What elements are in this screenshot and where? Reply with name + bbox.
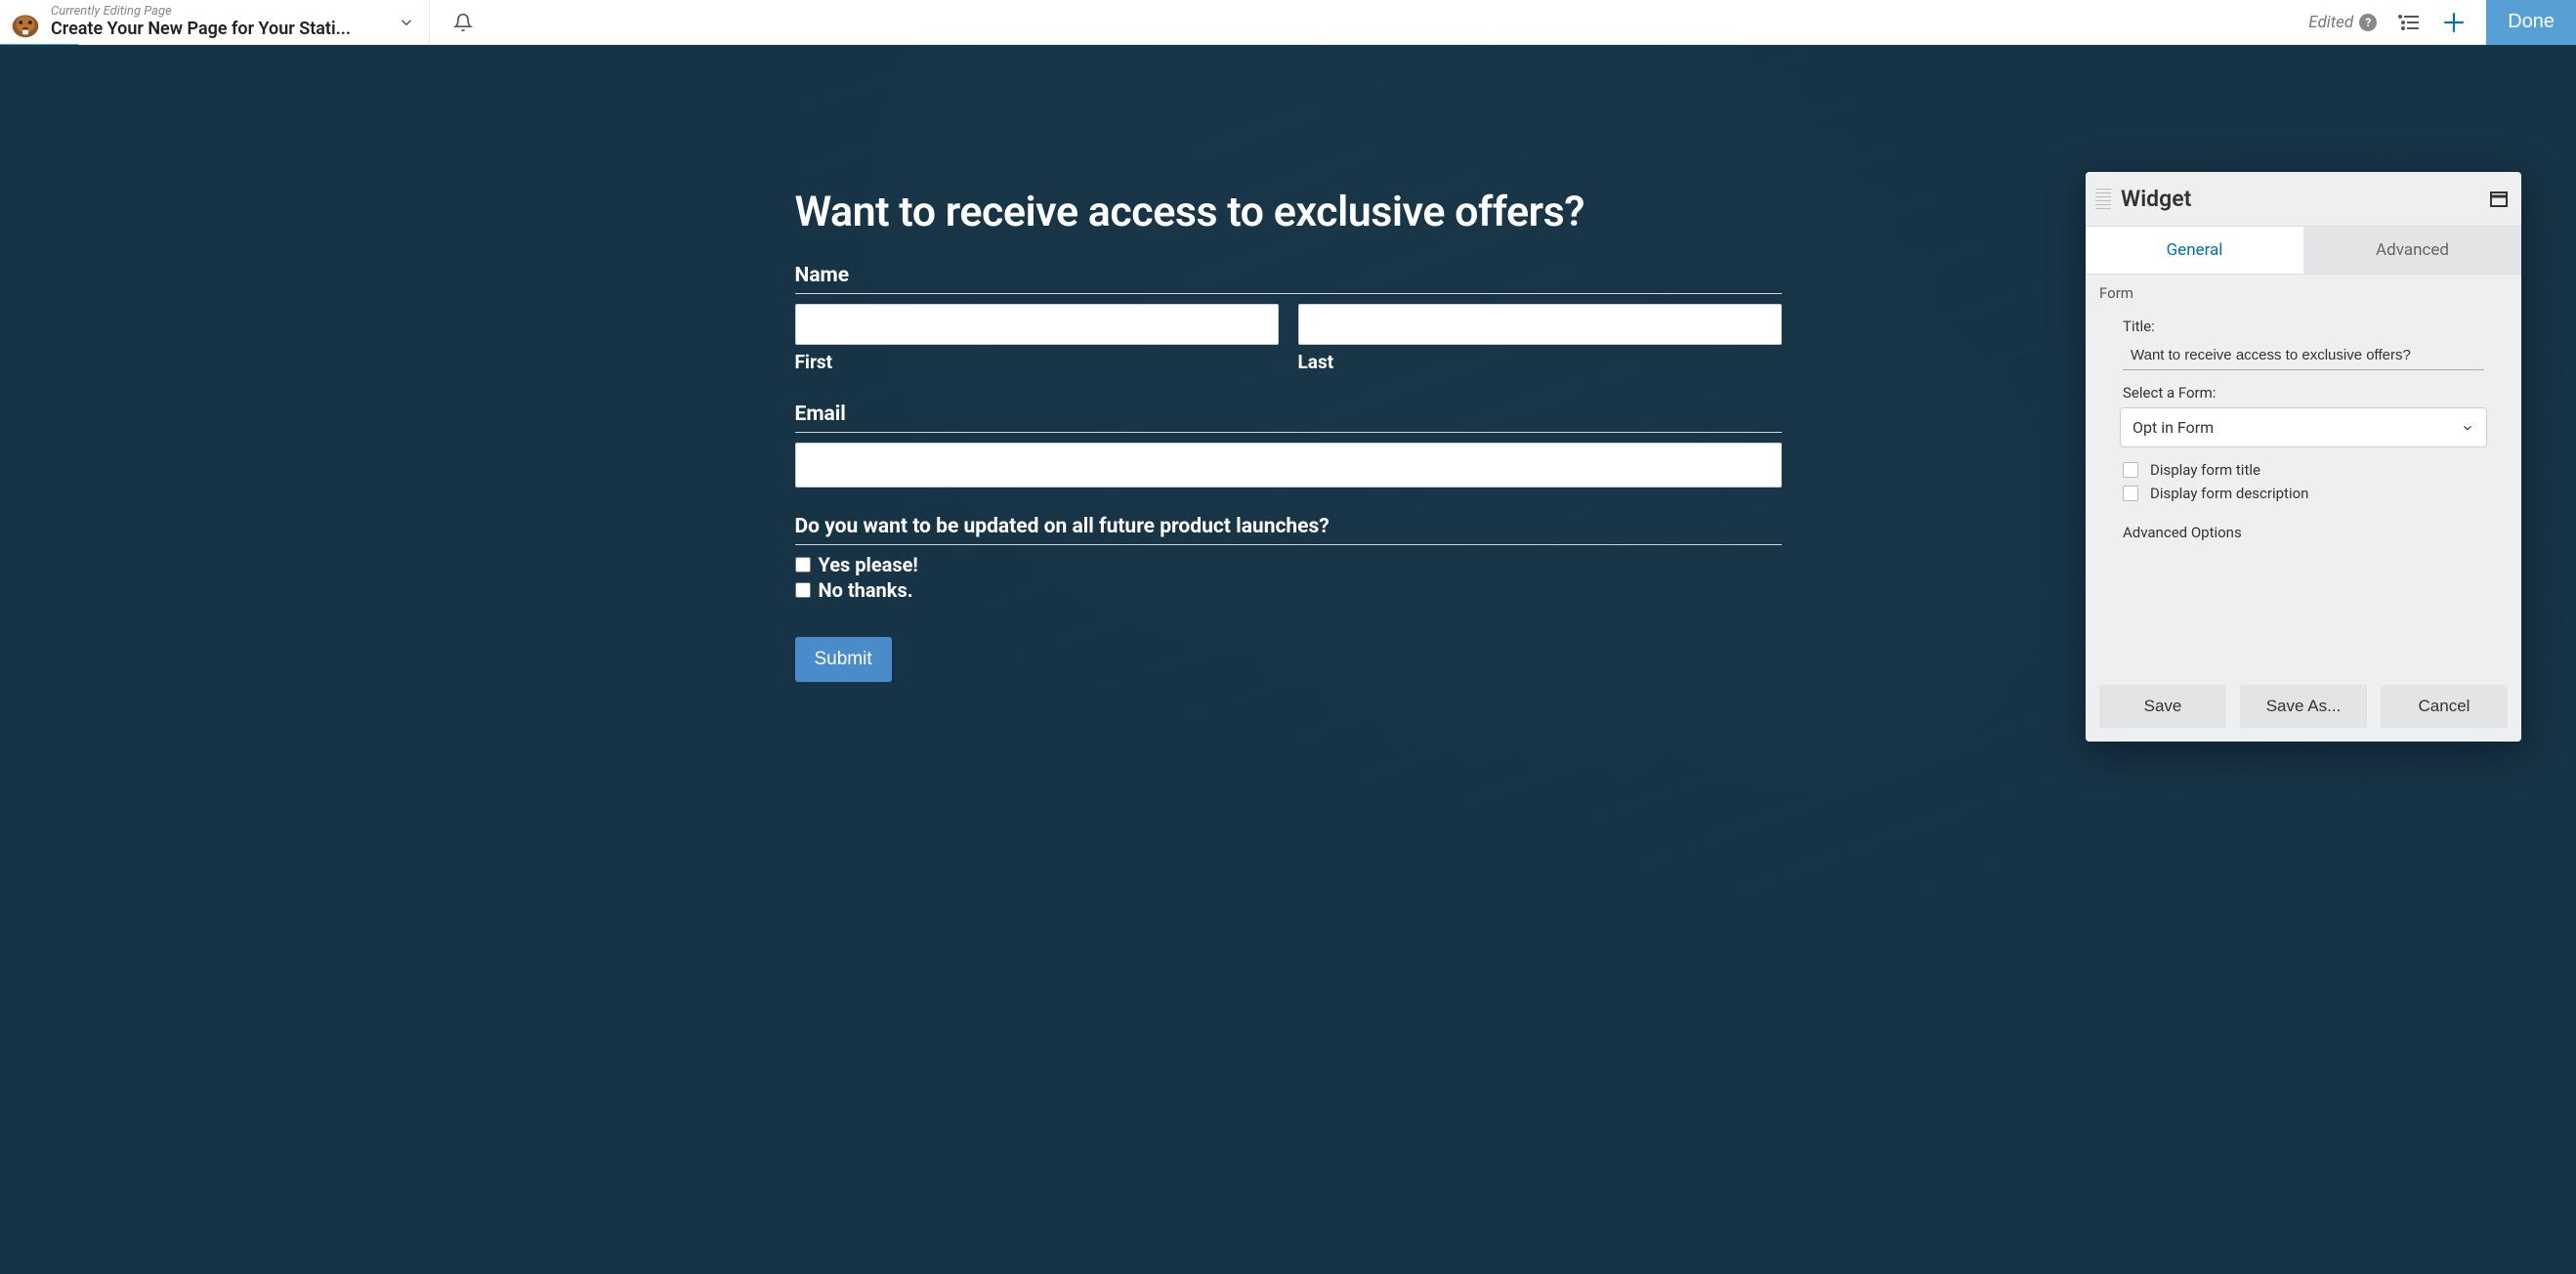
display-desc-checkbox[interactable] xyxy=(2123,486,2138,501)
chevron-down-icon xyxy=(2461,421,2474,435)
email-label: Email xyxy=(795,403,1782,433)
question-label: Do you want to be updated on all future … xyxy=(795,515,1782,545)
widget-settings-panel: Widget General Advanced Form Title: Sele… xyxy=(2086,172,2521,742)
first-name-input[interactable] xyxy=(795,304,1279,345)
edited-label: Edited xyxy=(2308,13,2353,32)
title-field-label: Title: xyxy=(2123,318,2484,335)
option-no-row[interactable]: No thanks. xyxy=(795,578,1782,602)
option-yes-row[interactable]: Yes please! xyxy=(795,553,1782,576)
drag-handle-icon[interactable] xyxy=(2095,189,2111,209)
last-sublabel: Last xyxy=(1298,351,1782,373)
display-title-checkbox[interactable] xyxy=(2123,462,2138,478)
first-sublabel: First xyxy=(795,351,1279,373)
page-canvas: Want to receive access to exclusive offe… xyxy=(0,45,2576,1274)
widget-footer: Save Save As... Cancel xyxy=(2086,671,2521,742)
maximize-icon[interactable] xyxy=(2490,191,2508,207)
outline-panel-icon[interactable] xyxy=(2396,13,2422,32)
form-select-value: Opt in Form xyxy=(2133,418,2214,437)
advanced-options-toggle[interactable]: Advanced Options xyxy=(2123,524,2484,541)
done-button[interactable]: Done xyxy=(2486,0,2576,45)
display-desc-label: Display form description xyxy=(2150,485,2308,502)
form-widget: Want to receive access to exclusive offe… xyxy=(795,45,1782,682)
select-form-label: Select a Form: xyxy=(2123,384,2484,402)
form-select[interactable]: Opt in Form xyxy=(2120,407,2487,447)
edited-status: Edited ? xyxy=(2308,13,2377,32)
tab-general[interactable]: General xyxy=(2086,227,2303,274)
page-label: Currently Editing Page xyxy=(51,5,351,20)
option-no-checkbox[interactable] xyxy=(795,582,811,598)
tab-advanced[interactable]: Advanced xyxy=(2303,227,2521,274)
option-yes-label: Yes please! xyxy=(819,553,918,576)
option-yes-checkbox[interactable] xyxy=(795,557,811,573)
widget-panel-title: Widget xyxy=(2121,186,2191,212)
name-label: Name xyxy=(795,264,1782,294)
save-button[interactable]: Save xyxy=(2099,685,2226,728)
save-as-button[interactable]: Save As... xyxy=(2240,685,2367,728)
widget-panel-header[interactable]: Widget xyxy=(2086,172,2521,226)
option-no-label: No thanks. xyxy=(819,578,913,602)
page-switcher[interactable]: Currently Editing Page Create Your New P… xyxy=(0,0,430,44)
display-title-option[interactable]: Display form title xyxy=(2123,461,2484,479)
form-heading: Want to receive access to exclusive offe… xyxy=(795,188,1782,236)
notifications-icon[interactable] xyxy=(430,13,496,32)
cancel-button[interactable]: Cancel xyxy=(2381,685,2508,728)
title-input[interactable] xyxy=(2123,341,2484,370)
submit-button[interactable]: Submit xyxy=(795,637,892,682)
page-title: Create Your New Page for Your Stati... xyxy=(51,20,351,40)
widget-tabs: General Advanced xyxy=(2086,226,2521,275)
last-name-input[interactable] xyxy=(1298,304,1782,345)
add-content-icon[interactable] xyxy=(2441,10,2467,35)
help-icon[interactable]: ? xyxy=(2359,14,2377,31)
display-title-label: Display form title xyxy=(2150,461,2260,479)
chevron-down-icon[interactable] xyxy=(398,14,415,31)
section-form-label: Form xyxy=(2086,275,2521,310)
top-bar: Currently Editing Page Create Your New P… xyxy=(0,0,2576,45)
beaver-logo-icon xyxy=(6,3,45,42)
display-desc-option[interactable]: Display form description xyxy=(2123,485,2484,502)
email-input[interactable] xyxy=(795,443,1782,488)
